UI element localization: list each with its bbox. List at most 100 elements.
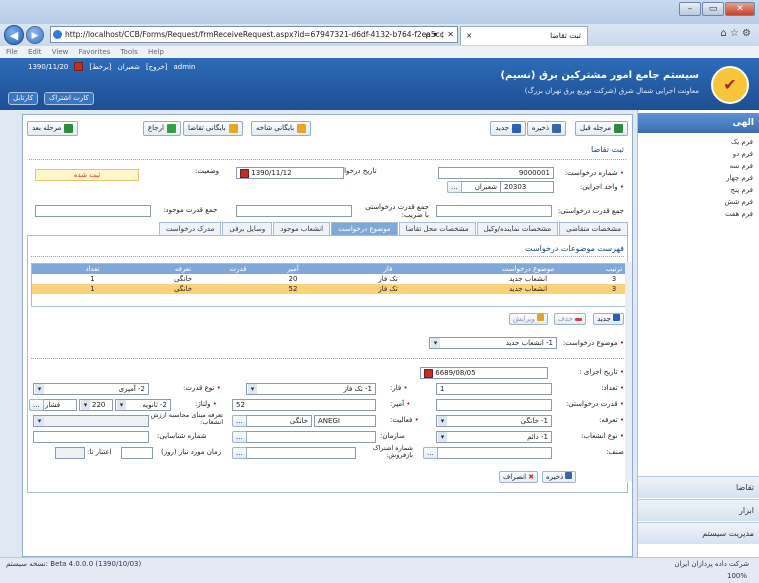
- col-subject[interactable]: موضوع درخواست: [453, 264, 603, 274]
- table-row-selected[interactable]: 3 انشعاب جدید تک فاز 52 خانگی 1: [32, 284, 625, 294]
- prev-step-button[interactable]: مرحله قبل: [575, 121, 628, 136]
- req-power-field[interactable]: [436, 399, 552, 411]
- sub-no-field[interactable]: [246, 447, 356, 459]
- class-field[interactable]: [436, 447, 552, 459]
- cell-count: 1: [90, 275, 95, 283]
- phase-select[interactable]: 1- تک فاز: [246, 383, 376, 395]
- detail-save-button[interactable]: ذخیره: [542, 471, 577, 483]
- col-power[interactable]: قدرت: [213, 264, 263, 274]
- username[interactable]: admin: [174, 63, 196, 71]
- divider: [29, 159, 626, 160]
- menu-help[interactable]: Help: [148, 48, 164, 56]
- back-button[interactable]: ◀: [4, 25, 24, 45]
- need-time-field[interactable]: [121, 447, 153, 459]
- online-link[interactable]: [برخط]: [89, 63, 111, 71]
- tariff-calc-select[interactable]: [33, 415, 149, 427]
- tab-close-icon[interactable]: ×: [466, 27, 472, 45]
- col-amp[interactable]: آمپر: [263, 264, 323, 274]
- minimize-button[interactable]: –: [679, 2, 701, 16]
- menu-file[interactable]: File: [6, 48, 18, 56]
- voltage-lookup-button[interactable]: ...: [29, 399, 44, 411]
- voltage-type-select[interactable]: 2- ثانویه: [115, 399, 171, 411]
- next-step-label: مرحله بعد: [32, 124, 62, 132]
- detail-cancel-button[interactable]: ✖ انصراف: [499, 471, 539, 483]
- sidebar-section-tools[interactable]: ابزار: [638, 499, 759, 521]
- subscriber-card-button[interactable]: کارت اشتراک: [44, 92, 94, 105]
- next-step-button[interactable]: مرحله بعد: [27, 121, 79, 136]
- tab-applicant[interactable]: مشخصات متقاضی: [559, 222, 628, 235]
- tab-appliances[interactable]: وسایل برقی: [222, 222, 273, 235]
- close-button[interactable]: ✕: [725, 2, 755, 16]
- request-no-field[interactable]: 9000001: [438, 167, 554, 179]
- cell-subject: انشعاب جدید: [508, 285, 548, 293]
- sidebar-item-2[interactable]: فرم دو: [733, 150, 753, 158]
- col-order[interactable]: ترتیب: [603, 264, 625, 274]
- sidebar-item-7[interactable]: فرم هفت: [725, 210, 753, 218]
- sidebar-section-request[interactable]: تقاضا: [638, 476, 759, 498]
- browser-tab[interactable]: ثبت تقاضا ×: [460, 26, 588, 45]
- forward-button[interactable]: ▶: [26, 26, 44, 44]
- branch-type-select[interactable]: 1- دائم: [436, 431, 552, 443]
- sub-no-lookup-button[interactable]: ...: [232, 447, 247, 459]
- sidebar-item-6[interactable]: فرم شش: [724, 198, 753, 206]
- col-tariff[interactable]: تعرفه: [153, 264, 213, 274]
- grid-new-button[interactable]: جدید: [593, 313, 624, 325]
- activity-name-field[interactable]: خانگی: [246, 415, 312, 427]
- menu-view[interactable]: View: [52, 48, 69, 56]
- request-date-field[interactable]: 1390/11/12: [236, 167, 344, 179]
- new-button[interactable]: جدید: [490, 121, 526, 136]
- class-lookup-button[interactable]: ...: [423, 447, 438, 459]
- archive-request-button[interactable]: بایگانی تقاضا: [183, 121, 243, 136]
- id-no-field[interactable]: [33, 431, 149, 443]
- tab-location[interactable]: مشخصات محل تقاضا: [398, 222, 476, 235]
- logout-link[interactable]: [خروج]: [146, 63, 168, 71]
- activity-code-field[interactable]: ANEGI: [314, 415, 376, 427]
- grid-delete-button[interactable]: حذف: [553, 313, 586, 325]
- exec-unit-name-field[interactable]: شعبران: [459, 181, 501, 193]
- col-phase[interactable]: فاز: [323, 264, 453, 274]
- org-lookup-button[interactable]: ...: [232, 431, 247, 443]
- maximize-button[interactable]: ▭: [702, 2, 724, 16]
- credit-field[interactable]: [55, 447, 85, 459]
- grid-edit-button[interactable]: ویرایش: [508, 313, 548, 325]
- exec-unit-code-field[interactable]: 20303: [500, 181, 554, 193]
- sidebar-item-3[interactable]: فرم سه: [730, 162, 753, 170]
- applicant-power-coef-field[interactable]: [236, 205, 352, 217]
- browser-tools-icons[interactable]: ⌂ ☆ ⚙: [720, 28, 751, 39]
- activity-lookup-button[interactable]: ...: [232, 415, 247, 427]
- branch-link[interactable]: شعبران: [118, 63, 140, 71]
- zoom-level[interactable]: 100%: [727, 572, 747, 580]
- menu-favorites[interactable]: Favorites: [79, 48, 111, 56]
- sidebar-item-4[interactable]: فرم چهار: [726, 174, 753, 182]
- voltage-select[interactable]: 220: [79, 399, 113, 411]
- exec-date-field[interactable]: 6689/08/05: [420, 367, 548, 379]
- tab-representative[interactable]: مشخصات نماینده/وکیل: [476, 222, 559, 235]
- org-field[interactable]: [246, 431, 376, 443]
- count-field[interactable]: 1: [436, 383, 552, 395]
- menu-edit[interactable]: Edit: [28, 48, 42, 56]
- amp-field[interactable]: 52: [232, 399, 376, 411]
- archive-branch-button[interactable]: بایگانی شاخه: [251, 121, 312, 136]
- voltage-phase-field[interactable]: فشار: [41, 399, 77, 411]
- tab-existing-branch[interactable]: انشعاب موجود: [273, 222, 331, 235]
- tab-documents[interactable]: مدرک درخواست: [158, 222, 222, 235]
- return-button[interactable]: ارجاع: [143, 121, 181, 136]
- col-count[interactable]: تعداد: [32, 264, 153, 274]
- existing-power-field[interactable]: [35, 205, 151, 217]
- subject-select[interactable]: 1- انشعاب جدید: [429, 337, 557, 349]
- sidebar-section-admin[interactable]: مدیریت سیستم: [638, 522, 759, 544]
- cartable-button[interactable]: کارتابل: [8, 92, 39, 105]
- table-row[interactable]: 3 انشعاب جدید تک فاز 20 خانگی 1: [32, 274, 625, 284]
- save-button[interactable]: ذخیره: [526, 121, 566, 136]
- exec-unit-lookup-button[interactable]: ...: [447, 181, 462, 193]
- address-bar[interactable]: http://localhost/CCB/Forms/Request/frmRe…: [50, 26, 458, 43]
- menu-tools[interactable]: Tools: [120, 48, 137, 56]
- tariff-select[interactable]: 1- خانگی: [436, 415, 552, 427]
- address-controls[interactable]: ρ ▾ ¢ ✕: [425, 27, 454, 42]
- applicant-power-field[interactable]: [436, 205, 552, 217]
- sidebar-item-5[interactable]: فرم پنج: [731, 186, 753, 194]
- power-type-select[interactable]: 2- آمپری: [33, 383, 149, 395]
- tab-request-subject[interactable]: موضوع درخواست: [331, 222, 398, 235]
- sidebar-item-1[interactable]: فرم یک: [731, 138, 753, 146]
- vertical-scrollbar[interactable]: [625, 262, 632, 482]
